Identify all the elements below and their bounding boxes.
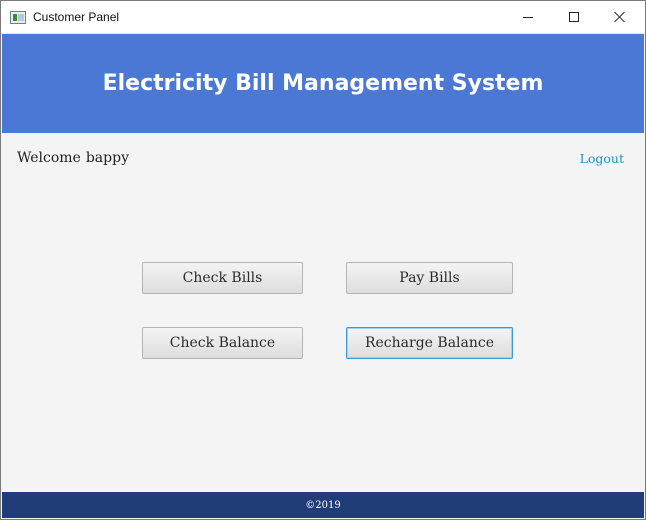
footer: ©2019: [2, 492, 644, 518]
window-title: Customer Panel: [33, 10, 120, 24]
main-content: Welcome bappy Logout Check Bills Pay Bill…: [2, 133, 644, 492]
close-button[interactable]: [597, 1, 643, 33]
welcome-message: Welcome bappy: [17, 150, 134, 166]
minimize-icon: [523, 16, 533, 18]
recharge-balance-button[interactable]: Recharge Balance: [346, 327, 513, 359]
close-icon: [614, 11, 626, 23]
logout-link[interactable]: Logout: [580, 151, 624, 166]
username: bappy: [85, 150, 129, 166]
minimize-button[interactable]: [505, 1, 551, 33]
app-window-icon: [10, 11, 26, 24]
maximize-button[interactable]: [551, 1, 597, 33]
pay-bills-button[interactable]: Pay Bills: [346, 262, 513, 294]
welcome-label: Welcome: [17, 150, 81, 166]
copyright-text: ©2019: [305, 500, 341, 511]
check-bills-button[interactable]: Check Bills: [142, 262, 303, 294]
check-balance-button[interactable]: Check Balance: [142, 327, 303, 359]
app-header: Electricity Bill Management System: [2, 34, 644, 133]
page-title: Electricity Bill Management System: [102, 71, 544, 96]
customer-panel-window: Customer Panel Electricity Bill Manageme…: [0, 0, 646, 520]
title-bar: Customer Panel: [1, 1, 645, 34]
maximize-icon: [569, 12, 579, 22]
